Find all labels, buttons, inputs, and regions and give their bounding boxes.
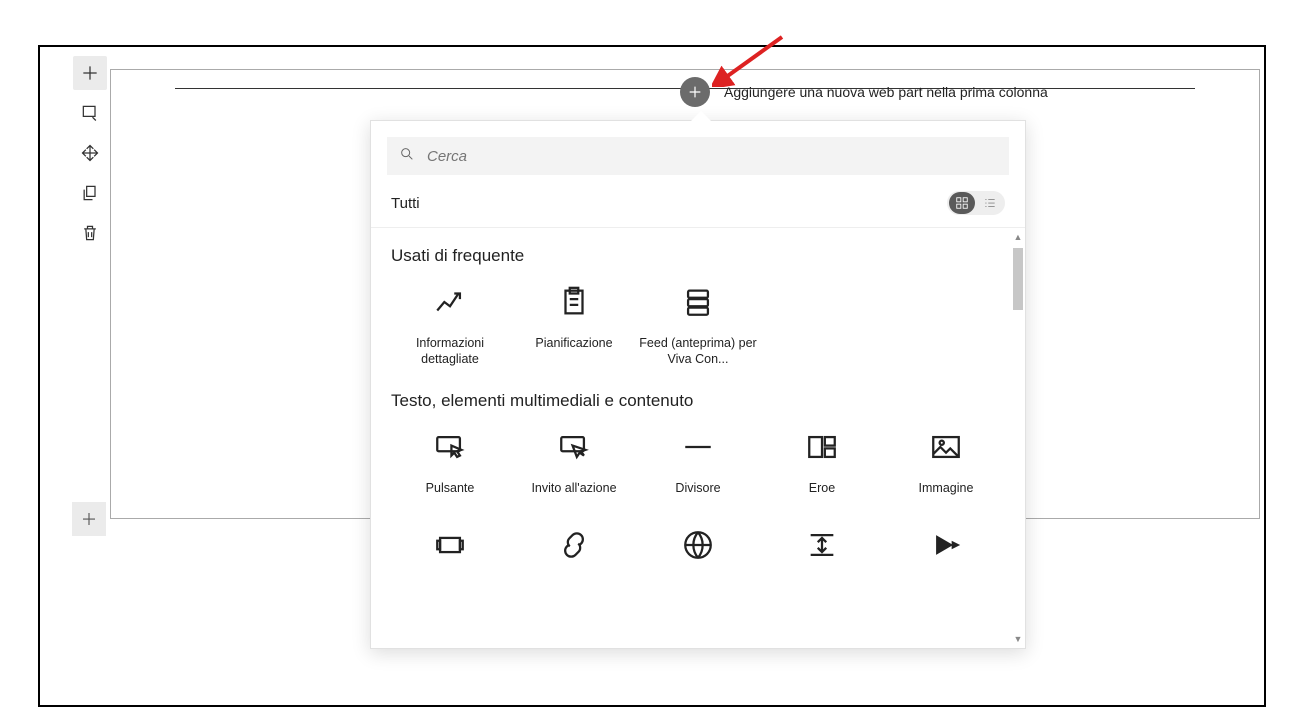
tile-label: Feed (anteprima) per Viva Con... (639, 336, 757, 367)
delete-section-button[interactable] (73, 216, 107, 250)
image-icon (926, 427, 966, 467)
edit-section-button[interactable] (73, 96, 107, 130)
webpart-tile-divider[interactable]: Divisore (639, 425, 757, 499)
category-filter[interactable]: Tutti (391, 195, 420, 212)
webpart-tile-insights[interactable]: Informazioni dettagliate (391, 280, 509, 369)
search-input[interactable] (425, 147, 997, 166)
line-icon (678, 427, 718, 467)
section-title-content: Testo, elementi multimediali e contenuto (391, 391, 1005, 411)
filter-row: Tutti (371, 185, 1025, 228)
section-title-frequent: Usati di frequente (391, 246, 1005, 266)
view-toggle (947, 191, 1005, 215)
add-section-button-bottom[interactable] (72, 502, 106, 536)
scrollbar-thumb[interactable] (1013, 248, 1023, 310)
scroll-down-icon[interactable]: ▼ (1013, 634, 1023, 644)
link-icon (554, 525, 594, 565)
list-view-button[interactable] (977, 192, 1003, 214)
gallery-icon (430, 525, 470, 565)
hero-layout-icon (802, 427, 842, 467)
section-toolbar (72, 56, 108, 256)
tap-icon (430, 427, 470, 467)
webpart-tile-gallery[interactable] (391, 523, 509, 581)
webpart-tile-stream[interactable] (887, 523, 1005, 581)
webpart-tile-cta[interactable]: Invito all'azione (515, 425, 633, 499)
webpart-picker-panel: Tutti ▲ ▼ Usati di frequente Informazion… (370, 120, 1026, 649)
duplicate-section-button[interactable] (73, 176, 107, 210)
chart-line-icon (430, 282, 470, 322)
tile-label: Immagine (919, 481, 974, 497)
webpart-tile-feed[interactable]: Feed (anteprima) per Viva Con... (639, 280, 757, 369)
search-icon (399, 146, 415, 167)
webpart-tile-image[interactable]: Immagine (887, 425, 1005, 499)
clipboard-icon (554, 282, 594, 322)
tile-label: Invito all'azione (531, 481, 616, 497)
search-row (371, 121, 1025, 185)
add-section-button[interactable] (73, 56, 107, 90)
webpart-tile-hero[interactable]: Eroe (763, 425, 881, 499)
grid-view-button[interactable] (949, 192, 975, 214)
play-icon (926, 525, 966, 565)
add-webpart-inline: Aggiungere una nuova web part nella prim… (680, 77, 1048, 107)
picker-body: ▲ ▼ Usati di frequente Informazioni dett… (371, 228, 1025, 648)
webpart-tile-globe[interactable] (639, 523, 757, 581)
move-section-button[interactable] (73, 136, 107, 170)
tile-label: Divisore (675, 481, 720, 497)
webpart-tile-button[interactable]: Pulsante (391, 425, 509, 499)
stack-icon (678, 282, 718, 322)
add-webpart-tooltip: Aggiungere una nuova web part nella prim… (724, 84, 1048, 100)
scroll-up-icon[interactable]: ▲ (1013, 232, 1023, 242)
tile-label: Pulsante (426, 481, 475, 497)
globe-icon (678, 525, 718, 565)
section-content-row2 (371, 523, 1025, 581)
tile-label: Eroe (809, 481, 835, 497)
cursor-box-icon (554, 427, 594, 467)
webpart-tile-planner[interactable]: Pianificazione (515, 280, 633, 369)
add-webpart-button[interactable] (680, 77, 710, 107)
spacer-icon (802, 525, 842, 565)
section-frequent: Usati di frequente Informazioni dettagli… (371, 228, 1025, 373)
search-box[interactable] (387, 137, 1009, 175)
webpart-tile-link[interactable] (515, 523, 633, 581)
tile-label: Informazioni dettagliate (391, 336, 509, 367)
section-content: Testo, elementi multimediali e contenuto… (371, 373, 1025, 503)
tile-label: Pianificazione (535, 336, 612, 352)
webpart-tile-spacer[interactable] (763, 523, 881, 581)
